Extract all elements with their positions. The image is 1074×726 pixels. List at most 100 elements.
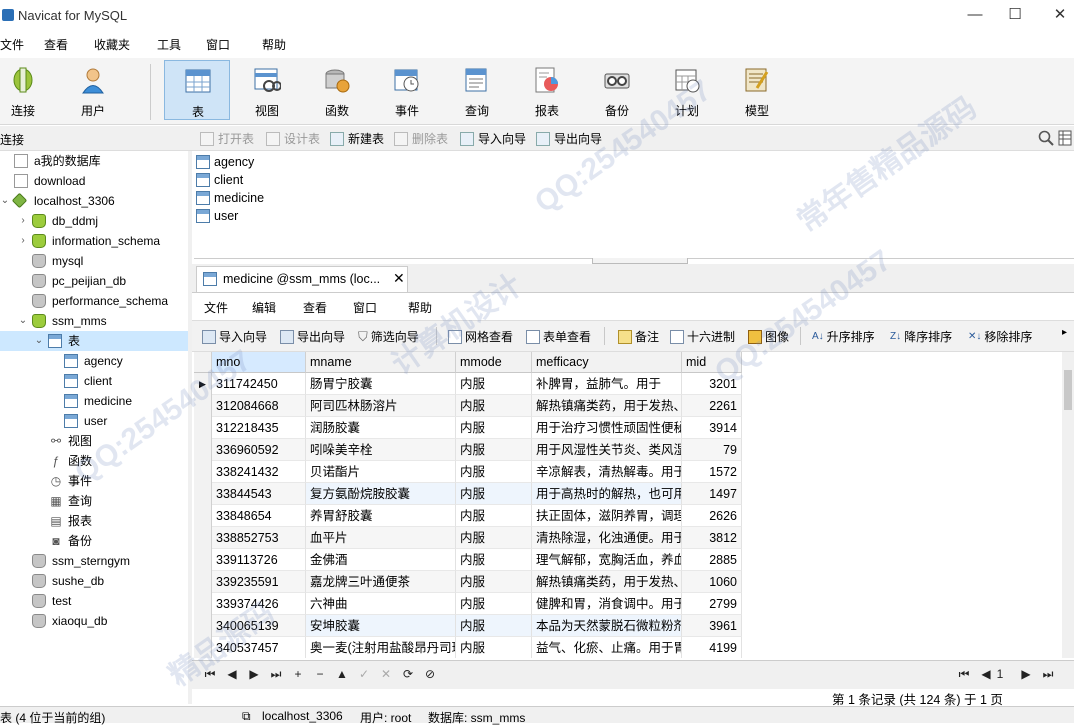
page-number[interactable]: 1 xyxy=(992,666,1008,682)
remove-sort-button[interactable]: ✕↓ 移除排序 xyxy=(968,328,1032,345)
memo-button[interactable]: 备注 xyxy=(618,328,659,345)
close-tab-icon[interactable]: ✕ xyxy=(393,270,405,287)
grid-cell-mno[interactable]: 339374426 xyxy=(212,593,306,615)
first-page-button[interactable]: ⏮ xyxy=(956,666,972,682)
grid-cell-mefficacy[interactable]: 补脾胃，益肺气。用于 xyxy=(532,373,682,395)
grid-cell-mefficacy[interactable]: 用于高热时的解热，也可用 xyxy=(532,483,682,505)
row-indicator[interactable] xyxy=(194,505,212,527)
grid-cell-mid[interactable]: 1497 xyxy=(682,483,742,505)
grid-cell-mno[interactable]: 312084668 xyxy=(212,395,306,417)
next-record-button[interactable]: ▶ xyxy=(246,666,262,682)
grid-cell-mname[interactable]: 养胃舒胶囊 xyxy=(306,505,456,527)
grid-cell-mno[interactable]: 312218435 xyxy=(212,417,306,439)
grid-cell-mmode[interactable]: 内服 xyxy=(456,461,532,483)
close-button[interactable]: ✕ xyxy=(1040,4,1074,26)
grid-cell-mmode[interactable]: 内服 xyxy=(456,637,532,658)
expand-arrow-icon[interactable]: ⌄ xyxy=(18,311,28,331)
export-wizard-button[interactable]: 导出向导 xyxy=(536,130,602,147)
grid-cell-mname[interactable]: 吲哚美辛栓 xyxy=(306,439,456,461)
column-header-mid[interactable]: mid xyxy=(682,352,742,373)
menu-favorites[interactable]: 收藏夹 xyxy=(94,36,130,53)
grid-view-icon[interactable] xyxy=(1058,130,1072,146)
row-indicator[interactable] xyxy=(194,527,212,549)
toolbar-overflow-icon[interactable]: ▸ xyxy=(1062,327,1067,338)
refresh-button[interactable]: ⟳ xyxy=(400,666,416,682)
toolbar-connection-button[interactable]: 连接 xyxy=(0,60,56,120)
grid-cell-mmode[interactable]: 内服 xyxy=(456,615,532,637)
tree-item[interactable]: client xyxy=(0,371,188,391)
tree-item[interactable]: ⚯ 视图 xyxy=(0,431,188,451)
grid-cell-mmode[interactable]: 内服 xyxy=(456,549,532,571)
tree-item[interactable]: a我的数据库 xyxy=(0,151,188,171)
grid-cell-mefficacy[interactable]: 清热除湿，化浊通便。用于 xyxy=(532,527,682,549)
tree-item[interactable]: pc_peijian_db xyxy=(0,271,188,291)
grid-cell-mid[interactable]: 2799 xyxy=(682,593,742,615)
image-button[interactable]: 图像 xyxy=(748,328,789,345)
add-record-button[interactable]: + xyxy=(290,666,306,682)
tree-item[interactable]: ⌄ 表 xyxy=(0,331,188,351)
grid-cell-mno[interactable]: 340537457 xyxy=(212,637,306,658)
toolbar-backup-button[interactable]: 备份 xyxy=(584,60,650,120)
open-table-button[interactable]: 打开表 xyxy=(200,130,254,147)
grid-cell-mid[interactable]: 2885 xyxy=(682,549,742,571)
grid-cell-mid[interactable]: 1060 xyxy=(682,571,742,593)
menu-window[interactable]: 窗口 xyxy=(206,36,230,53)
grid-cell-mmode[interactable]: 内服 xyxy=(456,593,532,615)
grid-cell-mname[interactable]: 贝诺酯片 xyxy=(306,461,456,483)
column-header-mname[interactable]: mname xyxy=(306,352,456,373)
maximize-button[interactable]: ☐ xyxy=(995,4,1035,26)
tree-item[interactable]: ⌄ ssm_mms xyxy=(0,311,188,331)
grid-cell-mmode[interactable]: 内服 xyxy=(456,373,532,395)
tree-item[interactable]: › information_schema xyxy=(0,231,188,251)
grid-view-button[interactable]: 网格查看 xyxy=(448,328,513,345)
tree-item[interactable]: agency xyxy=(0,351,188,371)
expand-arrow-icon[interactable]: ⌄ xyxy=(0,191,10,211)
table-menu-window[interactable]: 窗口 xyxy=(353,299,377,316)
grid-cell-mefficacy[interactable]: 本品为天然蒙脱石微粒粉剂 xyxy=(532,615,682,637)
grid-cell-mmode[interactable]: 内服 xyxy=(456,483,532,505)
grid-cell-mname[interactable]: 金佛酒 xyxy=(306,549,456,571)
collapse-arrow-icon[interactable]: › xyxy=(18,211,28,231)
table-row[interactable]: 312218435 润肠胶囊 内服 用于治疗习惯性顽固性便秘 3914 xyxy=(194,417,742,439)
grid-cell-mno[interactable]: 33848654 xyxy=(212,505,306,527)
table-row[interactable]: 340537457 奥一麦(注射用盐酸昂丹司琼 内服 益气、化瘀、止痛。用于胃 4199 xyxy=(194,637,742,658)
grid-cell-mname[interactable]: 肠胃宁胶囊 xyxy=(306,373,456,395)
grid-cell-mid[interactable]: 1572 xyxy=(682,461,742,483)
grid-cell-mname[interactable]: 嘉龙牌三叶通便茶 xyxy=(306,571,456,593)
grid-cell-mmode[interactable]: 内服 xyxy=(456,571,532,593)
tree-item[interactable]: ssm_sterngym xyxy=(0,551,188,571)
vertical-scrollbar[interactable] xyxy=(1062,352,1074,658)
scrollbar-thumb[interactable] xyxy=(1064,370,1072,410)
row-indicator[interactable] xyxy=(194,549,212,571)
apply-changes-button[interactable]: ✓ xyxy=(356,666,372,682)
table-row[interactable]: 340065139 安坤胶囊 内服 本品为天然蒙脱石微粒粉剂 3961 xyxy=(194,615,742,637)
collapse-arrow-icon[interactable]: › xyxy=(18,231,28,251)
form-view-button[interactable]: 表单查看 xyxy=(526,328,591,345)
delete-record-button[interactable]: − xyxy=(312,666,328,682)
grid-cell-mmode[interactable]: 内服 xyxy=(456,439,532,461)
grid-cell-mid[interactable]: 4199 xyxy=(682,637,742,658)
row-indicator[interactable] xyxy=(194,483,212,505)
tree-item[interactable]: medicine xyxy=(0,391,188,411)
expand-arrow-icon[interactable]: ⌄ xyxy=(34,331,44,351)
import-wizard-button[interactable]: 导入向导 xyxy=(202,328,267,345)
grid-cell-mid[interactable]: 2626 xyxy=(682,505,742,527)
grid-cell-mmode[interactable]: 内服 xyxy=(456,505,532,527)
sidebar-splitter[interactable] xyxy=(188,151,192,704)
filter-wizard-button[interactable]: ⛉ 筛选向导 xyxy=(358,328,419,345)
tree-item[interactable]: user xyxy=(0,411,188,431)
search-icon[interactable] xyxy=(1038,130,1054,146)
grid-cell-mmode[interactable]: 内服 xyxy=(456,395,532,417)
column-header-mefficacy[interactable]: mefficacy xyxy=(532,352,682,373)
stop-button[interactable]: ⊘ xyxy=(422,666,438,682)
menu-help[interactable]: 帮助 xyxy=(262,36,286,53)
toolbar-function-button[interactable]: 函数 xyxy=(304,60,370,120)
table-row[interactable]: 33844543 复方氨酚烷胺胶囊 内服 用于高热时的解热，也可用 1497 xyxy=(194,483,742,505)
grid-cell-mno[interactable]: 339235591 xyxy=(212,571,306,593)
grid-cell-mid[interactable]: 3812 xyxy=(682,527,742,549)
first-record-button[interactable]: ⏮ xyxy=(202,666,218,682)
table-row[interactable]: 338852753 血平片 内服 清热除湿，化浊通便。用于 3812 xyxy=(194,527,742,549)
row-indicator[interactable] xyxy=(194,417,212,439)
tree-item[interactable]: ▦ 查询 xyxy=(0,491,188,511)
grid-cell-mno[interactable]: 33844543 xyxy=(212,483,306,505)
